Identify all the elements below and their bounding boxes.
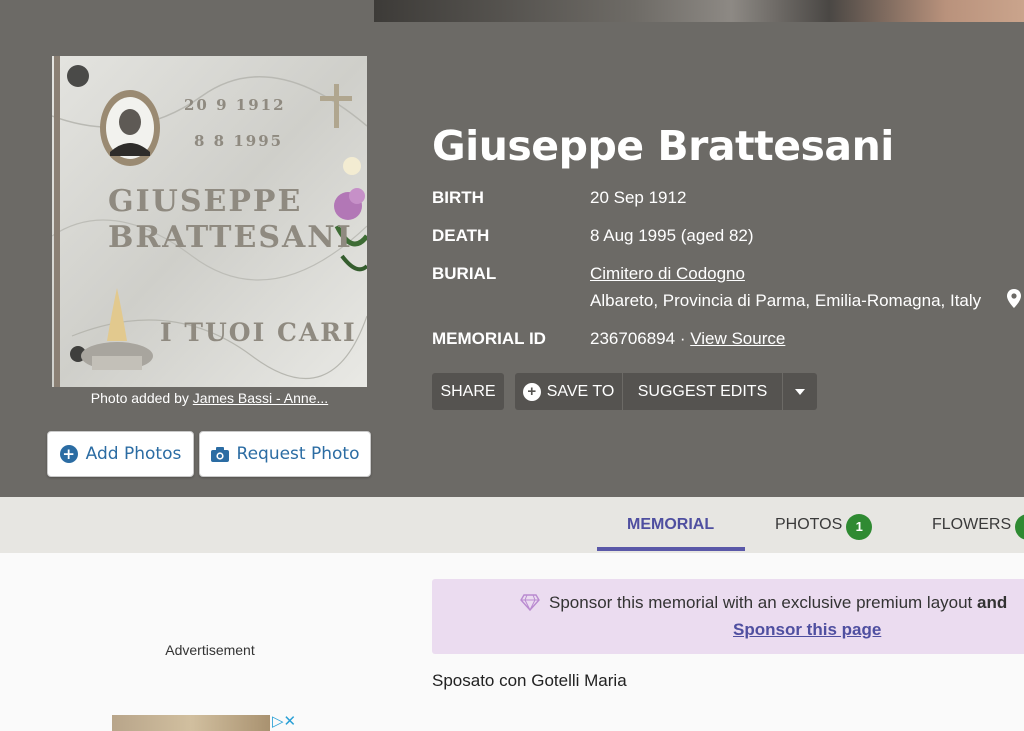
memorial-id-label: MEMORIAL ID: [432, 329, 546, 348]
advertisement-image[interactable]: [112, 715, 270, 731]
add-photos-button[interactable]: + Add Photos: [47, 431, 194, 477]
tab-flowers[interactable]: FLOWERS 0: [932, 497, 1024, 553]
plaque-date-birth: 20 9 1912: [184, 96, 286, 114]
request-photo-label: Request Photo: [236, 444, 360, 464]
burial-cemetery: Cimitero di Codogno: [590, 264, 745, 284]
birth-label: BIRTH: [432, 188, 484, 207]
cover-photo-strip: [374, 0, 1024, 22]
tab-memorial[interactable]: MEMORIAL: [627, 497, 714, 553]
map-pin-icon[interactable]: [1007, 289, 1021, 308]
death-value: 8 Aug 1995 (aged 82): [590, 226, 754, 245]
tab-photos-label: PHOTOS: [775, 516, 843, 533]
memorial-id-separator: ·: [675, 329, 691, 348]
sponsor-banner: [432, 579, 1024, 654]
camera-icon: [210, 446, 229, 462]
sponsor-message-text: Sponsor this memorial with an exclusive …: [549, 593, 978, 612]
grave-photo[interactable]: 20 9 1912 8 8 1995 GIUSEPPE BRATTESANI I…: [52, 56, 367, 387]
burial-label: BURIAL: [432, 264, 497, 283]
plus-circle-icon: +: [59, 445, 78, 463]
photos-count-badge: 1: [846, 514, 873, 540]
cemetery-link[interactable]: Cimitero di Codogno: [590, 264, 745, 283]
save-to-button[interactable]: + SAVE TO: [515, 373, 622, 410]
share-button[interactable]: SHARE: [432, 373, 504, 410]
tab-photos[interactable]: PHOTOS 1: [775, 497, 873, 553]
caret-down-icon: [795, 388, 805, 395]
photo-credit-prefix: Photo added by: [90, 390, 193, 406]
ad-choices-icon[interactable]: ▷✕: [272, 712, 296, 730]
memorial-id-row: 236706894 · View Source: [590, 329, 785, 349]
more-actions-dropdown[interactable]: [782, 373, 817, 410]
save-to-label: SAVE TO: [546, 382, 615, 400]
request-photo-button[interactable]: Request Photo: [199, 431, 371, 477]
plaque-line-1: GIUSEPPE: [108, 184, 303, 219]
birth-value: 20 Sep 1912: [590, 188, 687, 207]
sponsor-page-link[interactable]: Sponsor this page: [733, 620, 881, 640]
memorial-id-value: 236706894: [590, 329, 676, 348]
plaque-line-3: I TUOI CARI: [160, 318, 357, 347]
view-source-link[interactable]: View Source: [690, 329, 785, 348]
photo-contributor-link[interactable]: James Bassi - Anne...: [193, 390, 328, 406]
plaque-date-death: 8 8 1995: [194, 132, 284, 150]
active-tab-indicator: [597, 547, 745, 551]
memorial-actions-group: + SAVE TO SUGGEST EDITS: [515, 373, 817, 410]
memorial-bio: Sposato con Gotelli Maria: [432, 671, 627, 690]
plaque-line-2: BRATTESANI: [108, 220, 353, 255]
memorial-name: Giuseppe Brattesani: [432, 122, 894, 170]
memorial-header: 20 9 1912 8 8 1995 GIUSEPPE BRATTESANI I…: [0, 0, 1024, 497]
plus-circle-icon: +: [522, 382, 541, 401]
add-photos-label: Add Photos: [85, 444, 182, 464]
flowers-count-badge: 0: [1015, 514, 1024, 540]
sponsor-message-bold: and: [977, 593, 1008, 612]
suggest-edits-button[interactable]: SUGGEST EDITS: [622, 373, 782, 410]
photo-credit: Photo added by James Bassi - Anne...: [52, 390, 367, 406]
tab-flowers-label: FLOWERS: [932, 516, 1012, 533]
burial-location: Albareto, Provincia di Parma, Emilia-Rom…: [590, 291, 982, 310]
memorial-tabs: MEMORIAL PHOTOS 1 FLOWERS 0: [0, 497, 1024, 553]
sponsor-message: Sponsor this memorial with an exclusive …: [549, 593, 1007, 613]
death-label: DEATH: [432, 226, 490, 245]
advertisement-label: Advertisement: [165, 642, 255, 658]
diamond-icon: [520, 594, 540, 611]
